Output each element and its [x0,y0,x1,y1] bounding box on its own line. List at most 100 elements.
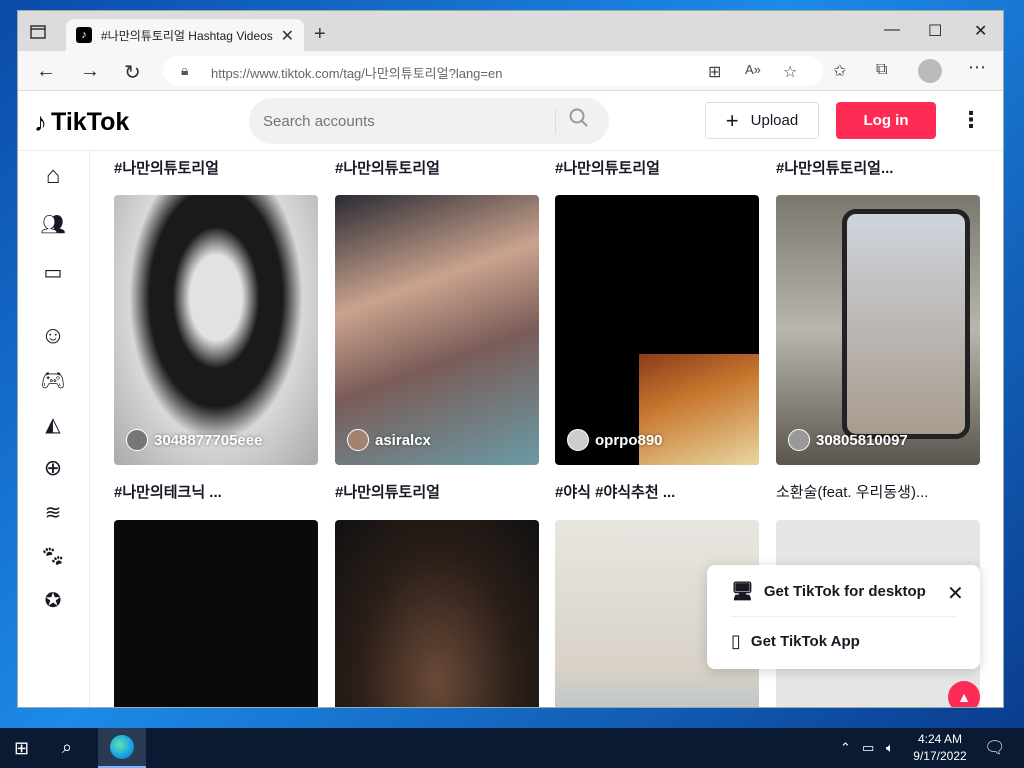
maximize-button[interactable]: ☐ [928,21,942,41]
search-icon[interactable]: ⌕ [62,737,72,758]
apps-icon[interactable]: ⊞ [708,62,721,82]
favorites-icon[interactable]: ✩ [833,61,846,81]
video-card[interactable]: 30805810097 [776,195,980,465]
divider [731,616,956,617]
notification-icon[interactable]: 🗨︎ [984,738,1006,758]
back-icon[interactable]: ← [36,60,56,83]
get-app-link[interactable]: ▯ Get TikTok App [731,631,860,652]
clock[interactable]: 4:24 AM 9/17/2022 [910,731,970,765]
avatar [126,429,148,451]
taskbar: ⊞ ⌕ ⌃ ▭ 🔈︎ 4:24 AM 9/17/2022 🗨︎ [0,728,1024,768]
volume-icon[interactable]: 🔈︎ [886,740,894,756]
video-caption[interactable]: #나만의튜토리얼 [114,157,219,178]
network-icon[interactable]: ▭ [862,740,874,756]
address-bar[interactable]: 🔒︎ https://www.tiktok.com/tag/나만의튜토리얼?la… [163,56,823,86]
mobile-icon: ▯ [731,631,741,651]
gaming-icon[interactable]: 🎮︎ [38,365,68,395]
lock-icon[interactable]: 🔒︎ [181,62,188,79]
video-caption[interactable]: 소환술(feat. 우리동생)... [776,481,928,502]
arrow-up-icon: ▲ [957,689,971,705]
url-text: https://www.tiktok.com/tag/나만의튜토리얼?lang=… [211,66,503,81]
avatar [567,429,589,451]
logo-text: TikTok [51,108,130,136]
username: 30805810097 [816,431,908,449]
tab-title: #나만의튜토리얼 Hashtag Videos [101,28,273,43]
search-divider [555,108,556,134]
login-button[interactable]: Log in [836,102,936,139]
video-caption[interactable]: #나만의튜토리얼 [335,157,440,178]
beauty-icon[interactable]: ≋ [38,497,68,527]
date-text: 9/17/2022 [913,749,967,763]
sidebar-nav: ⌂ 👥︎ ▭ ☺ 🎮︎ ◭ ⊕ ≋ 🐾︎ ✪ [18,151,90,707]
settings-more-icon[interactable]: ⋯ [968,57,986,78]
video-caption[interactable]: #야식 #야식추천 ... [555,481,675,502]
windows-start-icon[interactable]: ⊞ [14,738,29,759]
tab-actions-icon[interactable] [28,23,48,41]
video-author[interactable]: oprpo890 [567,429,663,451]
active-tab[interactable]: ♪ #나만의튜토리얼 Hashtag Videos ✕ [66,19,304,51]
video-author[interactable]: asiralcx [347,429,431,451]
following-icon[interactable]: 👥︎ [38,209,68,239]
video-caption[interactable]: #나만의튜토리얼... [776,157,893,178]
get-desktop-label: Get TikTok for desktop [763,583,926,600]
scroll-to-top-button[interactable]: ▲ [948,681,980,707]
live-icon[interactable]: ▭ [38,257,68,287]
video-card[interactable]: 3048877705eee [114,195,318,465]
close-tab-icon[interactable]: ✕ [281,26,294,46]
video-card[interactable] [335,520,539,707]
close-window-button[interactable]: ✕ [974,21,987,41]
tiktok-favicon-icon: ♪ [76,27,92,43]
video-caption[interactable]: #나만의튜토리얼 [555,157,660,178]
video-card[interactable] [114,520,318,707]
search-bar [249,98,609,144]
tiktok-header: ♪ TikTok + Upload Log in ⋮ [18,91,1003,151]
upload-button[interactable]: + Upload [705,102,819,139]
tiktok-logo[interactable]: ♪ TikTok [34,107,129,138]
video-caption[interactable]: #나만의튜토리얼 [335,481,440,502]
tray-chevron-icon[interactable]: ⌃ [840,740,851,756]
close-popup-icon[interactable]: ✕ [947,581,964,606]
sports-icon[interactable]: ⊕ [38,453,68,483]
more-options-icon[interactable]: ⋮ [960,107,982,133]
edge-icon [110,735,134,759]
tab-strip: ♪ #나만의튜토리얼 Hashtag Videos ✕ + — ☐ ✕ [18,11,1003,51]
video-author[interactable]: 30805810097 [788,429,908,451]
plus-icon: + [725,107,739,133]
phone-image [842,209,970,439]
video-card[interactable]: asiralcx [335,195,539,465]
forward-icon[interactable]: → [80,60,100,83]
comedy-icon[interactable]: ☺ [38,321,68,351]
new-tab-button[interactable]: + [314,23,326,46]
tiktok-page: ♪ TikTok + Upload Log in ⋮ ⌂ 👥︎ ▭ ☺ 🎮︎ [18,91,1003,707]
username: asiralcx [375,431,431,449]
animals-icon[interactable]: 🐾︎ [38,541,68,571]
tiktok-note-icon: ♪ [34,107,47,137]
video-card[interactable]: oprpo890 [555,195,759,465]
achievement-icon[interactable]: ✪ [38,585,68,615]
add-favorite-icon[interactable]: ☆ [783,62,797,82]
video-author[interactable]: 3048877705eee [126,429,262,451]
avatar [347,429,369,451]
username: 3048877705eee [154,431,263,449]
edge-taskbar-button[interactable] [98,728,146,768]
get-desktop-link[interactable]: 🖥︎ Get TikTok for desktop [731,581,926,602]
refresh-icon[interactable]: ↻ [124,60,141,85]
get-app-label: Get TikTok App [750,633,860,650]
video-caption[interactable]: #나만의테크닉 ... [114,481,222,502]
food-icon[interactable]: ◭ [38,409,68,439]
search-input[interactable] [263,110,543,132]
avatar [788,429,810,451]
read-aloud-icon[interactable]: A» [745,62,761,77]
time-text: 4:24 AM [917,732,963,746]
browser-toolbar: ← → ↻ 🔒︎ https://www.tiktok.com/tag/나만의튜… [18,51,1003,91]
browser-window: ♪ #나만의튜토리얼 Hashtag Videos ✕ + — ☐ ✕ ← → … [17,10,1004,708]
desktop-icon: 🖥︎ [731,581,754,601]
search-icon[interactable] [569,108,589,134]
profile-avatar[interactable] [918,59,942,83]
minimize-button[interactable]: — [884,21,900,39]
get-app-popup: 🖥︎ Get TikTok for desktop ✕ ▯ Get TikTok… [707,565,980,669]
upload-label: Upload [750,112,799,129]
username: oprpo890 [595,431,663,449]
collections-icon[interactable]: ⧉ [876,61,887,79]
home-icon[interactable]: ⌂ [38,161,68,191]
